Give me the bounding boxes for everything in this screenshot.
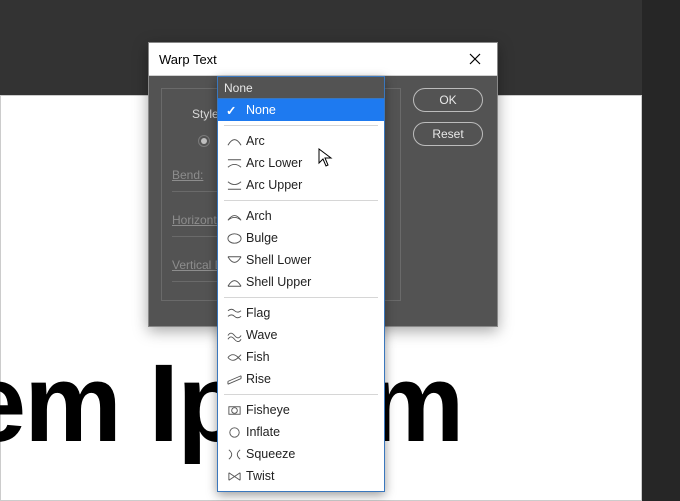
dropdown-item-arc-upper[interactable]: Arc Upper [218,174,384,196]
dropdown-item-arch[interactable]: Arch [218,205,384,227]
dropdown-item-shell-upper[interactable]: Shell Upper [218,271,384,293]
dropdown-separator [224,200,378,201]
dropdown-item-shell-lower[interactable]: Shell Lower [218,249,384,271]
dropdown-item-fisheye[interactable]: Fisheye [218,399,384,421]
style-label: Style: [172,107,222,121]
dropdown-item-none[interactable]: ✓ None [218,99,384,121]
app-sidebar [642,0,680,501]
dropdown-item-wave[interactable]: Wave [218,324,384,346]
twist-icon [226,468,242,484]
shell-upper-icon [226,274,242,290]
dialog-titlebar[interactable]: Warp Text [149,43,497,76]
arc-icon [226,133,242,149]
dropdown-item-arc-lower[interactable]: Arc Lower [218,152,384,174]
close-icon [469,53,481,65]
shell-lower-icon [226,252,242,268]
dropdown-item-flag[interactable]: Flag [218,302,384,324]
fish-icon [226,349,242,365]
rise-icon [226,371,242,387]
style-dropdown: None ✓ None Arc Arc Lower Arc Upper Arch… [217,76,385,492]
dropdown-separator [224,394,378,395]
dropdown-item-inflate[interactable]: Inflate [218,421,384,443]
bulge-icon [226,230,242,246]
flag-icon [226,305,242,321]
dropdown-item-fish[interactable]: Fish [218,346,384,368]
dropdown-header: None [218,77,384,99]
fisheye-icon [226,402,242,418]
dropdown-separator [224,125,378,126]
close-button[interactable] [463,49,487,69]
squeeze-icon [226,446,242,462]
dropdown-item-bulge[interactable]: Bulge [218,227,384,249]
dropdown-item-squeeze[interactable]: Squeeze [218,443,384,465]
reset-button[interactable]: Reset [413,122,483,146]
dropdown-item-twist[interactable]: Twist [218,465,384,487]
dropdown-item-rise[interactable]: Rise [218,368,384,390]
inflate-icon [226,424,242,440]
arch-icon [226,208,242,224]
dialog-title: Warp Text [159,52,217,67]
dropdown-separator [224,297,378,298]
check-icon: ✓ [226,103,236,118]
arc-lower-icon [226,155,242,171]
dialog-buttons: OK Reset [413,88,483,146]
horizontal-radio[interactable] [198,135,210,147]
arc-upper-icon [226,177,242,193]
dropdown-item-arc[interactable]: Arc [218,130,384,152]
ok-button[interactable]: OK [413,88,483,112]
wave-icon [226,327,242,343]
